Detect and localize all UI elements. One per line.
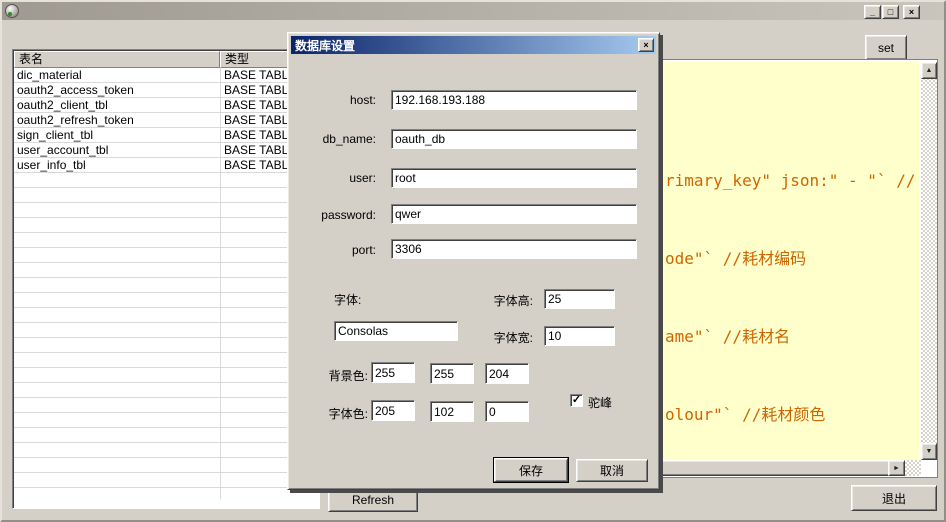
code-line: rimary_key" json:" - "` //: [665, 168, 915, 194]
dialog-title: 数据库设置: [291, 37, 355, 54]
font-color-b-input[interactable]: [485, 401, 529, 422]
minimize-button[interactable]: _: [864, 5, 881, 19]
code-line: ode"` //耗材编码: [665, 246, 915, 272]
table-name: oauth2_client_tbl: [17, 98, 108, 112]
main-window: _ □ × 表名 类型 dic_material BASE TABLE oaut…: [0, 0, 946, 522]
set-button[interactable]: set: [865, 35, 907, 60]
list-hscroll-area[interactable]: [14, 499, 318, 507]
user-input[interactable]: [391, 168, 637, 188]
font-input[interactable]: [334, 321, 458, 341]
font-color-g-input[interactable]: [430, 401, 474, 422]
table-type: BASE TABLE: [224, 113, 296, 127]
db-name-input[interactable]: [391, 129, 637, 149]
save-button[interactable]: 保存: [494, 458, 568, 482]
table-type: BASE TABLE: [224, 158, 296, 172]
bg-color-r-input[interactable]: [371, 362, 415, 383]
table-row[interactable]: user_info_tbl BASE TABLE: [14, 158, 318, 173]
table-row[interactable]: oauth2_client_tbl BASE TABLE: [14, 98, 318, 113]
bg-color-g-input[interactable]: [430, 363, 474, 384]
password-label: password:: [298, 208, 376, 222]
table-name: oauth2_refresh_token: [17, 113, 134, 127]
dialog-titlebar[interactable]: 数据库设置 ×: [291, 36, 656, 54]
password-input[interactable]: [391, 204, 637, 224]
port-input[interactable]: [391, 239, 637, 259]
table-type: BASE TABLE: [224, 143, 296, 157]
cancel-button[interactable]: 取消: [576, 459, 648, 482]
user-label: user:: [298, 171, 376, 185]
column-divider: [220, 68, 221, 499]
maximize-button[interactable]: □: [882, 5, 899, 19]
table-type: BASE TABLE: [224, 98, 296, 112]
font-label: 字体:: [334, 291, 361, 308]
table-name: oauth2_access_token: [17, 83, 134, 97]
table-type: BASE TABLE: [224, 83, 296, 97]
list-header: 表名 类型: [14, 51, 318, 68]
table-row[interactable]: oauth2_refresh_token BASE TABLE: [14, 113, 318, 128]
database-settings-dialog: 数据库设置 × host: db_name: user: password: p…: [287, 32, 660, 490]
font-width-label: 字体宽:: [463, 329, 533, 346]
font-width-input[interactable]: [544, 326, 615, 346]
table-row[interactable]: sign_client_tbl BASE TABLE: [14, 128, 318, 143]
host-label: host:: [298, 93, 376, 107]
camelcase-label: 驼峰: [588, 394, 612, 411]
table-name: dic_material: [17, 68, 82, 82]
refresh-button[interactable]: Refresh: [328, 488, 418, 512]
table-type: BASE TABLE: [224, 68, 296, 82]
font-height-input[interactable]: [544, 289, 615, 309]
table-name: user_account_tbl: [17, 143, 108, 157]
table-name: user_info_tbl: [17, 158, 86, 172]
code-line: ame"` //耗材名: [665, 324, 915, 350]
save-button-outline: 保存: [493, 457, 569, 483]
scroll-right-icon[interactable]: ►: [888, 460, 905, 476]
table-name: sign_client_tbl: [17, 128, 93, 142]
table-row[interactable]: dic_material BASE TABLE: [14, 68, 318, 83]
bg-color-label: 背景色:: [308, 367, 368, 384]
list-body: dic_material BASE TABLE oauth2_access_to…: [14, 68, 318, 507]
table-row[interactable]: user_account_tbl BASE TABLE: [14, 143, 318, 158]
font-color-label: 字体色:: [308, 405, 368, 422]
vertical-scrollbar[interactable]: ▲ ▼: [921, 62, 937, 460]
exit-button[interactable]: 退出: [851, 485, 937, 511]
dialog-close-icon[interactable]: ×: [638, 38, 654, 52]
font-height-label: 字体高:: [463, 292, 533, 309]
font-color-r-input[interactable]: [371, 400, 415, 421]
code-text: rimary_key" json:" - "` // ode"` //耗材编码 …: [665, 116, 915, 460]
app-icon: [5, 4, 19, 18]
table-list: 表名 类型 dic_material BASE TABLE oauth2_acc…: [12, 49, 320, 509]
camelcase-checkbox[interactable]: ✓: [570, 394, 583, 407]
column-header-table-name[interactable]: 表名: [14, 51, 220, 68]
host-input[interactable]: [391, 90, 637, 110]
scroll-up-icon[interactable]: ▲: [921, 62, 937, 79]
code-line: olour"` //耗材颜色: [665, 402, 915, 428]
scroll-down-icon[interactable]: ▼: [921, 443, 937, 460]
db-name-label: db_name:: [298, 132, 376, 146]
bg-color-b-input[interactable]: [485, 363, 529, 384]
close-button[interactable]: ×: [903, 5, 920, 19]
table-row[interactable]: oauth2_access_token BASE TABLE: [14, 83, 318, 98]
port-label: port:: [298, 243, 376, 257]
table-type: BASE TABLE: [224, 128, 296, 142]
titlebar[interactable]: _ □ ×: [2, 2, 944, 20]
